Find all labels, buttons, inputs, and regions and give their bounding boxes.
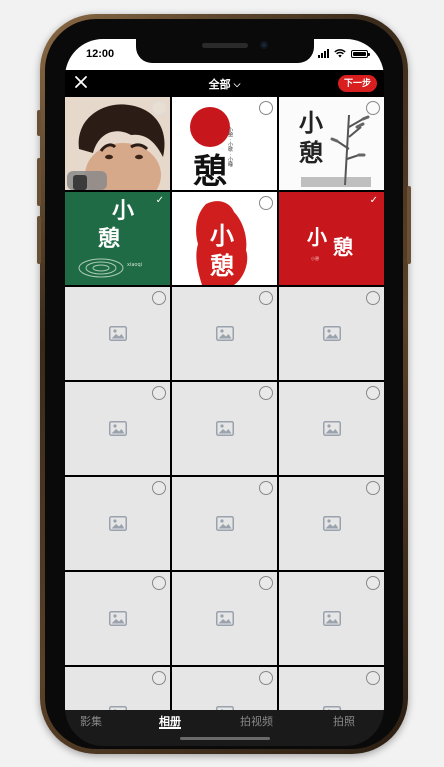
phone-frame: 12:00 全部 ⌵ 下一步 小憩 · 小歇 · 小睡 憩 小 憩 小 憩 xi… (37, 14, 411, 754)
photo-placeholder-tile[interactable] (172, 572, 277, 665)
next-button[interactable]: 下一步 (337, 75, 377, 92)
status-bar: 12:00 (65, 39, 384, 70)
select-circle[interactable] (366, 386, 380, 400)
photo-tile[interactable]: 小 憩 (279, 97, 384, 190)
status-time: 12:00 (86, 48, 115, 60)
wifi-icon (334, 49, 346, 58)
screen: 12:00 全部 ⌵ 下一步 小憩 · 小歇 · 小睡 憩 小 憩 小 憩 xi… (65, 39, 384, 746)
photo-placeholder-tile[interactable] (279, 572, 384, 665)
top-nav-bar: 全部 ⌵ 下一步 (65, 70, 384, 97)
image-placeholder-icon (322, 325, 341, 341)
chevron-down-icon: ⌵ (233, 79, 241, 89)
logo-char-top: 小 (299, 108, 323, 137)
select-circle[interactable] (259, 386, 273, 400)
image-placeholder-icon (108, 610, 127, 626)
logo-char-bottom: 憩 (333, 235, 353, 259)
power-button (407, 186, 411, 264)
image-placeholder-icon (215, 515, 234, 531)
photo-tile[interactable]: 小 憩 xiaoqi ✓ (65, 192, 170, 285)
image-placeholder-icon (322, 515, 341, 531)
image-placeholder-icon (108, 420, 127, 436)
photo-tile[interactable]: 小 憩 (172, 192, 277, 285)
status-icons (318, 48, 370, 58)
select-circle[interactable] (152, 481, 166, 495)
logo-char-top: 小 (210, 221, 234, 250)
photo-tile[interactable]: 小 憩 小憩 ✓ (279, 192, 384, 285)
photo-placeholder-tile[interactable] (172, 477, 277, 570)
mute-switch (37, 110, 41, 136)
select-circle[interactable] (152, 101, 166, 115)
photo-placeholder-tile[interactable] (172, 287, 277, 380)
photo-placeholder-tile[interactable] (65, 477, 170, 570)
select-circle[interactable] (259, 576, 273, 590)
image-placeholder-icon (215, 420, 234, 436)
volume-up-button (37, 158, 41, 206)
photo-placeholder-tile[interactable] (279, 667, 384, 710)
logo-char-top: 小 (112, 198, 134, 224)
speaker (202, 43, 248, 48)
select-circle[interactable] (152, 386, 166, 400)
select-circle[interactable] (152, 671, 166, 685)
check-icon[interactable]: ✓ (370, 196, 378, 206)
select-circle[interactable] (152, 576, 166, 590)
select-circle[interactable] (259, 101, 273, 115)
active-tab-indicator (159, 727, 181, 729)
front-camera (260, 41, 268, 49)
select-circle[interactable] (259, 481, 273, 495)
photo-placeholder-tile[interactable] (65, 667, 170, 710)
tab-collection[interactable]: 影集 (80, 713, 102, 729)
album-selector[interactable]: 全部 ⌵ (65, 76, 384, 92)
photo-placeholder-tile[interactable] (172, 382, 277, 475)
select-circle[interactable] (259, 671, 273, 685)
notch (136, 39, 314, 63)
select-circle[interactable] (366, 481, 380, 495)
logo-caption: xiaoqi (127, 262, 142, 268)
logo-image: 小 憩 小憩 (279, 192, 384, 285)
photo-placeholder-tile[interactable] (279, 382, 384, 475)
photo-tile[interactable] (65, 97, 170, 190)
photo-placeholder-tile[interactable] (65, 287, 170, 380)
select-circle[interactable] (366, 101, 380, 115)
home-indicator (180, 737, 270, 740)
photo-placeholder-tile[interactable] (279, 287, 384, 380)
photo-tile[interactable]: 小憩 · 小歇 · 小睡 憩 (172, 97, 277, 190)
image-placeholder-icon (215, 325, 234, 341)
image-placeholder-icon (322, 420, 341, 436)
select-circle[interactable] (366, 291, 380, 305)
photo-placeholder-tile[interactable] (172, 667, 277, 710)
select-circle[interactable] (259, 196, 273, 210)
battery-icon (351, 50, 370, 58)
tab-take-photo[interactable]: 拍照 (333, 713, 355, 729)
logo-side-text: 小憩 · 小歇 · 小睡 (227, 126, 233, 167)
image-placeholder-icon (108, 515, 127, 531)
image-placeholder-icon (108, 325, 127, 341)
signal-icon (318, 49, 329, 58)
photo-placeholder-tile[interactable] (65, 382, 170, 475)
photo-placeholder-tile[interactable] (279, 477, 384, 570)
logo-char-bottom: 憩 (210, 251, 234, 280)
logo-char-bottom: 憩 (193, 152, 227, 190)
image-placeholder-icon (215, 610, 234, 626)
bottom-tab-bar: 影集 相册 拍视频 拍照 (65, 710, 384, 746)
select-circle[interactable] (152, 291, 166, 305)
check-icon[interactable]: ✓ (156, 196, 164, 206)
image-placeholder-icon (322, 610, 341, 626)
logo-char-bottom: 憩 (98, 226, 120, 252)
select-circle[interactable] (366, 671, 380, 685)
photo-placeholder-tile[interactable] (65, 572, 170, 665)
logo-char-bottom: 憩 (299, 138, 323, 167)
album-label: 全部 (208, 79, 231, 91)
logo-stamp: 小憩 (311, 255, 319, 261)
logo-image: 小 憩 xiaoqi (65, 192, 170, 285)
select-circle[interactable] (366, 576, 380, 590)
tab-record-video[interactable]: 拍视频 (240, 713, 273, 729)
logo-char-top: 小 (307, 225, 327, 249)
select-circle[interactable] (259, 291, 273, 305)
photo-grid: 小憩 · 小歇 · 小睡 憩 小 憩 小 憩 xiaoqi ✓ 小 憩 小 憩 … (65, 97, 384, 710)
volume-down-button (37, 216, 41, 264)
